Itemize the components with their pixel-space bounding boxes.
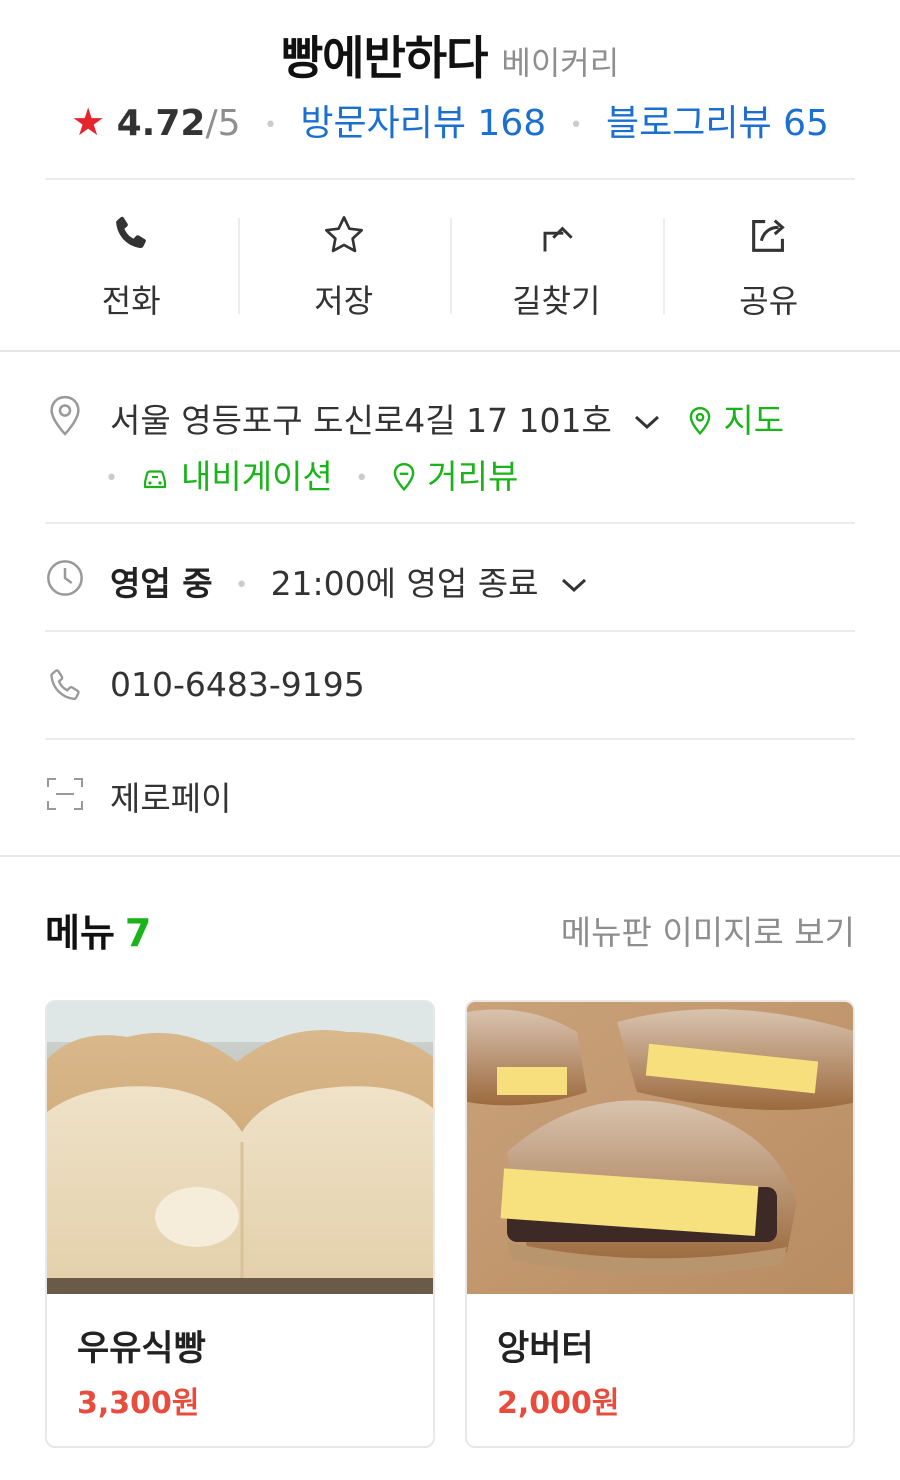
hours-detail: 21:00에 영업 종료 (270, 564, 539, 603)
phone-outline-icon (45, 666, 85, 706)
directions-label: 길찾기 (512, 282, 601, 320)
divider (45, 630, 855, 632)
address-text: 서울 영등포구 도신로4길 17 101호 (110, 401, 612, 440)
payment-label: 제로페이 (110, 779, 232, 818)
action-separator (450, 218, 452, 314)
street-view-link[interactable]: 거리뷰 (391, 457, 519, 496)
share-button[interactable]: 공유 (662, 182, 876, 350)
menu-item-name: 앙버터 (497, 1329, 594, 1369)
location-pin-icon (45, 395, 85, 436)
menu-item-price: 3,300원 (77, 1386, 200, 1421)
address-row: 서울 영등포구 도신로4길 17 101호 지도 (110, 394, 784, 442)
street-view-pin-icon (393, 462, 415, 492)
title-row: 빵에반하다 베이커리 (0, 22, 900, 88)
phone-number[interactable]: 010-6483-9195 (110, 665, 365, 704)
star-icon: ★ (71, 100, 106, 144)
chevron-down-icon (635, 415, 660, 430)
divider (45, 522, 855, 524)
share-icon (746, 212, 792, 258)
section-divider (0, 855, 900, 857)
separator-dot: • (105, 466, 118, 491)
expand-address-button[interactable] (632, 401, 662, 440)
separator-dot: • (569, 112, 583, 138)
menu-item-photo (47, 1002, 433, 1294)
place-header: 빵에반하다 베이커리 ★ 4.72/5 • 방문자리뷰 168 • 블로그리뷰 6… (0, 0, 900, 180)
map-label: 지도 (723, 401, 785, 440)
menu-count: 7 (124, 911, 152, 955)
clock-icon (45, 558, 85, 598)
call-label: 전화 (101, 282, 161, 320)
menu-title-text: 메뉴 (45, 911, 115, 955)
visitor-reviews-link[interactable]: 방문자리뷰 168 (300, 103, 546, 144)
car-icon (144, 470, 167, 489)
call-button[interactable]: 전화 (25, 182, 238, 350)
phone-icon (108, 212, 154, 258)
separator-dot: • (263, 112, 277, 138)
street-view-label: 거리뷰 (427, 457, 519, 496)
scan-icon (45, 774, 85, 814)
separator-dot: • (355, 466, 369, 491)
separator-dot: • (235, 573, 249, 598)
menu-item-name: 우유식빵 (77, 1329, 206, 1369)
chevron-down-icon (561, 578, 586, 593)
address-links-row: • 내비게이션 • 거리뷰 (105, 450, 518, 498)
rating-row: ★ 4.72/5 • 방문자리뷰 168 • 블로그리뷰 65 (0, 94, 900, 146)
rating-value: 4.72 (116, 103, 206, 144)
save-button[interactable]: 저장 (237, 182, 451, 350)
menu-item-card[interactable]: 우유식빵 3,300원 (45, 1000, 435, 1448)
map-link[interactable]: 지도 (687, 401, 784, 440)
map-pin-icon (689, 406, 711, 436)
menu-item-photo (467, 1002, 853, 1294)
place-name: 빵에반하다 (280, 31, 489, 85)
menu-title: 메뉴 7 (45, 902, 151, 957)
share-label: 공유 (739, 282, 799, 320)
save-label: 저장 (314, 282, 374, 320)
open-status: 영업 중 (110, 564, 213, 603)
hours-row[interactable]: 영업 중 • 21:00에 영업 종료 (110, 557, 589, 605)
divider (45, 738, 855, 740)
action-separator (662, 218, 665, 314)
menu-item-price: 2,000원 (497, 1386, 620, 1421)
action-bar: 전화 저장 길찾기 공유 (25, 182, 875, 350)
navigation-link[interactable]: 내비게이션 (140, 457, 343, 496)
blog-reviews-link[interactable]: 블로그리뷰 65 (606, 103, 829, 144)
menu-board-link[interactable]: 메뉴판 이미지로 보기 (561, 906, 855, 954)
menu-item-card[interactable]: 앙버터 2,000원 (465, 1000, 855, 1448)
directions-button[interactable]: 길찾기 (450, 182, 663, 350)
action-separator (237, 218, 240, 314)
divider (45, 178, 855, 180)
star-outline-icon (321, 212, 367, 258)
rating-max: /5 (205, 103, 241, 144)
directions-icon (533, 212, 579, 258)
navigation-label: 내비게이션 (180, 457, 333, 496)
place-category: 베이커리 (501, 44, 620, 82)
section-divider (0, 350, 900, 352)
